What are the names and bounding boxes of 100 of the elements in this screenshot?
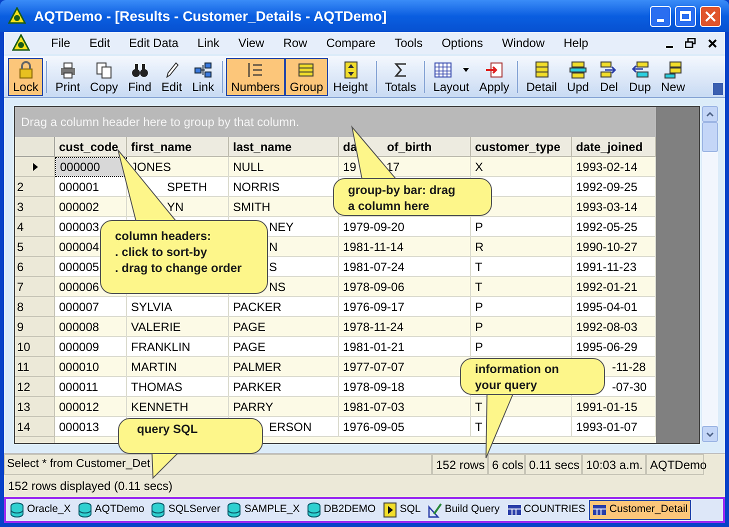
- menu-item[interactable]: Link: [188, 33, 228, 53]
- toolbar-button[interactable]: Layout: [428, 58, 474, 96]
- status-field: 6 cols: [488, 454, 525, 475]
- taskbar-button[interactable]: SQL: [380, 500, 424, 520]
- row-header[interactable]: [15, 157, 55, 177]
- app-logo-icon[interactable]: [12, 34, 30, 52]
- row-header[interactable]: 5: [15, 237, 55, 257]
- row-header[interactable]: 14: [15, 417, 55, 437]
- table-cell: 1995-06-29: [572, 337, 656, 357]
- taskbar-button[interactable]: Customer_Detail: [589, 500, 691, 520]
- row-header[interactable]: 10: [15, 337, 55, 357]
- toolbar-button[interactable]: Find: [123, 58, 156, 96]
- table-cell: 1992-08-03: [572, 317, 656, 337]
- table-cell: X: [471, 157, 572, 177]
- stack-icon: [568, 60, 588, 80]
- scroll-thumb[interactable]: [702, 122, 718, 152]
- table-icon: [506, 502, 522, 518]
- row-header[interactable]: 6: [15, 257, 55, 277]
- scroll-down-button[interactable]: [702, 426, 718, 442]
- menu-item[interactable]: Row: [274, 33, 316, 53]
- toolbar-button[interactable]: Print: [50, 58, 86, 96]
- row-header[interactable]: 9: [15, 317, 55, 337]
- close-icon[interactable]: [708, 38, 717, 48]
- menu-item[interactable]: File: [42, 33, 80, 53]
- taskbar-button[interactable]: SQLServer: [148, 500, 224, 520]
- drafting-icon: [428, 502, 443, 518]
- toolbar-button[interactable]: Edit: [156, 58, 188, 96]
- table-cell: P: [471, 317, 572, 337]
- toolbar-button[interactable]: Lock: [8, 58, 44, 96]
- taskbar-button[interactable]: Oracle_X: [7, 500, 74, 520]
- scroll-up-button[interactable]: [702, 106, 718, 122]
- window-title: AQTDemo - [Results - Customer_Details - AQTDemo]: [34, 6, 388, 26]
- menu-item[interactable]: Edit: [80, 33, 120, 53]
- grid-icon: [433, 60, 454, 80]
- menu-item[interactable]: Edit Data: [120, 33, 188, 53]
- toolbar-button[interactable]: Apply: [474, 58, 514, 96]
- restore-icon[interactable]: [685, 38, 696, 48]
- callout-tail: [151, 452, 180, 480]
- arrow-icon: [630, 60, 650, 80]
- taskbar-button[interactable]: SAMPLE_X: [224, 500, 303, 520]
- column-header[interactable]: date_joined: [572, 137, 656, 157]
- row-header[interactable]: 11: [15, 357, 55, 377]
- menu-item[interactable]: Compare: [317, 33, 385, 53]
- toolbar-button[interactable]: Detail: [521, 58, 562, 96]
- stack-icon: [662, 60, 683, 80]
- column-header[interactable]: cust_code: [55, 137, 127, 157]
- column-header[interactable]: customer_type: [471, 137, 572, 157]
- table-cell: 000001: [55, 177, 127, 197]
- table-cell: PARKER: [229, 377, 339, 397]
- status-field: 10:03 a.m.: [582, 454, 646, 475]
- row-header[interactable]: 13: [15, 397, 55, 417]
- table-cell: T: [471, 257, 572, 277]
- menu-item[interactable]: View: [229, 33, 274, 53]
- table-cell: 000012: [55, 397, 127, 417]
- table-cell: P: [471, 297, 572, 317]
- row-header[interactable]: 3: [15, 197, 55, 217]
- minimize-button[interactable]: [650, 6, 671, 26]
- status-field: 0.11 secs: [525, 454, 582, 475]
- table-cell: 1979-09-20: [339, 217, 471, 237]
- taskbar-button[interactable]: COUNTRIES: [504, 500, 588, 520]
- table-cell: 1995-04-01: [572, 297, 656, 317]
- table-cell: 1992-09-25: [572, 177, 656, 197]
- menu-item[interactable]: Tools: [386, 33, 432, 53]
- table-cell: 1990-10-27: [572, 237, 656, 257]
- toolbar-button[interactable]: Numbers: [226, 58, 285, 96]
- toolbar-button[interactable]: Upd: [562, 58, 594, 96]
- toolbar-button[interactable]: Height: [328, 58, 373, 96]
- table-cell: SYLVIA: [127, 297, 229, 317]
- table-cell: 1978-11-24: [339, 317, 471, 337]
- toolbar-button[interactable]: Link: [187, 58, 220, 96]
- toolbar-button[interactable]: Group: [284, 58, 328, 96]
- menu-item[interactable]: Window: [492, 33, 554, 53]
- taskbar-button[interactable]: DB2DEMO: [304, 500, 379, 520]
- taskbar-button[interactable]: AQTDemo: [74, 500, 148, 520]
- row-header-corner: [15, 137, 55, 157]
- menu-item[interactable]: Help: [554, 33, 598, 53]
- table-cell: P: [471, 337, 572, 357]
- row-header[interactable]: 4: [15, 217, 55, 237]
- toolbar-button[interactable]: Totals: [380, 58, 422, 96]
- column-header[interactable]: first_name: [127, 137, 229, 157]
- toolbar-button[interactable]: New: [656, 58, 690, 96]
- row-header[interactable]: 12: [15, 377, 55, 397]
- maximize-button[interactable]: [675, 6, 696, 26]
- column-header[interactable]: last_name: [229, 137, 339, 157]
- table-cell: PALMER: [229, 357, 339, 377]
- dropdown-caret-icon[interactable]: [463, 68, 470, 72]
- menu-item[interactable]: Options: [432, 33, 492, 53]
- close-button[interactable]: [700, 6, 721, 26]
- taskbar-button[interactable]: Build Query: [424, 500, 503, 520]
- toolbar-button[interactable]: Del: [594, 58, 624, 96]
- row-header[interactable]: 2: [15, 177, 55, 197]
- toolbar-button[interactable]: Copy: [85, 58, 124, 96]
- pages-icon: [94, 60, 114, 80]
- row-header[interactable]: 7: [15, 277, 55, 297]
- table-icon: [592, 502, 608, 518]
- toolbar-button[interactable]: Dup: [624, 58, 656, 96]
- vertical-scrollbar[interactable]: [702, 106, 718, 442]
- table-cell: 1993-01-07: [572, 417, 656, 437]
- row-header[interactable]: 8: [15, 297, 55, 317]
- table-cell: 1993-02-14: [572, 157, 656, 177]
